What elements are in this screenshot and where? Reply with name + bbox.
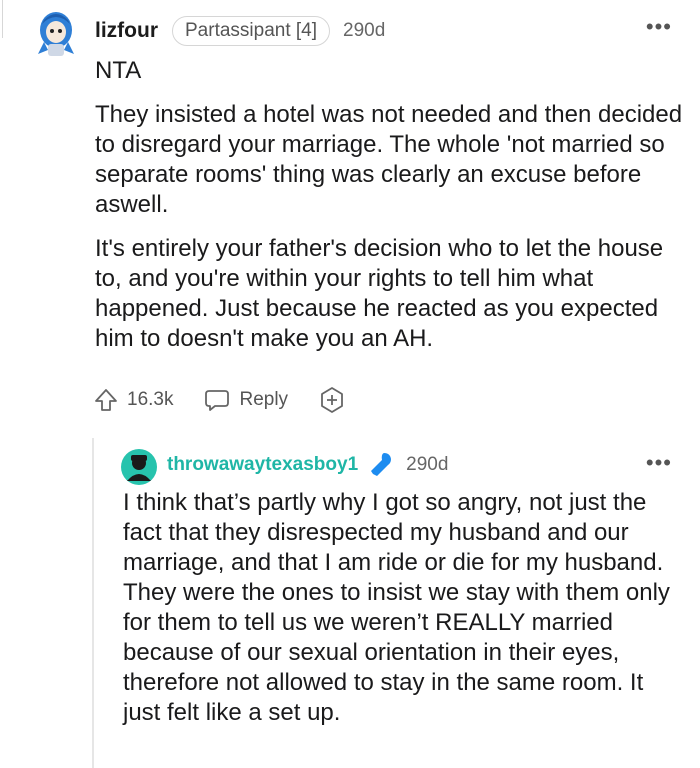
reply-avatar[interactable] (121, 449, 157, 485)
reply-label: Reply (239, 389, 289, 410)
user-flair: Partassipant [4] (172, 16, 331, 46)
avatar[interactable] (30, 8, 82, 60)
comment-paragraph: NTA (95, 57, 142, 84)
award-plus-icon (321, 387, 343, 413)
reply-bubble-icon (205, 390, 230, 411)
upvote-arrow-icon (95, 389, 117, 411)
more-horizontal-icon[interactable]: ••• (646, 16, 672, 38)
reply-age: 290d (406, 454, 449, 475)
comment-body: NTA They insisted a hotel was not needed… (95, 56, 685, 368)
avatar-figure-icon (38, 12, 74, 56)
reply-avatar-icon (121, 449, 157, 485)
comment-age: 290d (343, 20, 386, 41)
comment-author-row: lizfour Partassipant [4] 290d (95, 14, 385, 48)
reply-more-horizontal-icon[interactable]: ••• (646, 452, 672, 474)
vote-count: 16.3k (127, 389, 174, 410)
reply-author-row: throwawaytexasboy1 290d (167, 449, 448, 481)
microphone-icon (368, 450, 394, 481)
comment-paragraph: It's entirely your father's decision who… (95, 235, 664, 352)
comment-paragraph: They insisted a hotel was not needed and… (95, 101, 683, 218)
upvote-button[interactable]: 16.3k (93, 387, 173, 413)
reply-username[interactable]: throwawaytexasboy1 (167, 454, 358, 476)
thread-line[interactable] (92, 438, 94, 768)
reply-body: I think that’s partly why I got so angry… (123, 489, 670, 726)
comment-actions: 16.3k Reply (93, 384, 384, 416)
award-button[interactable] (318, 386, 354, 414)
reply-button[interactable]: Reply (203, 387, 288, 413)
comment-username[interactable]: lizfour (95, 19, 158, 43)
left-edge-rule (2, 0, 3, 38)
